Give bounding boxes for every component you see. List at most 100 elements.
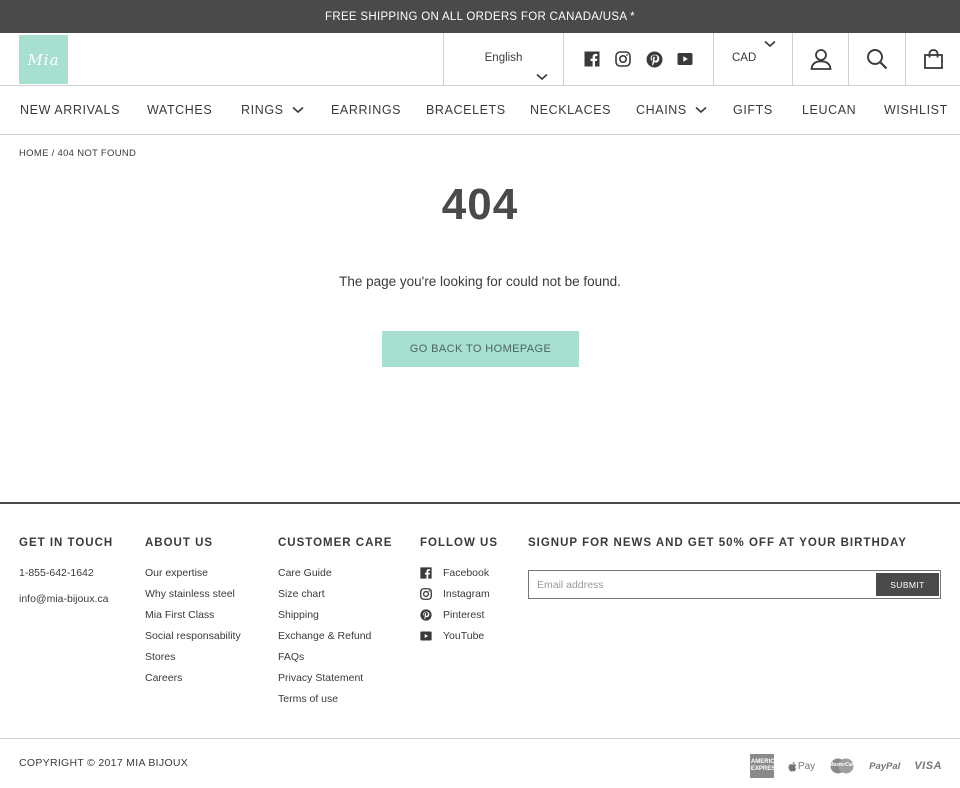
email-link[interactable]: info@mia-bijoux.ca xyxy=(19,593,113,619)
footer-link[interactable]: Privacy Statement xyxy=(278,672,392,693)
main-nav: NEW ARRIVALS WATCHES RINGS EARRINGS BRAC… xyxy=(0,86,960,135)
logo[interactable]: Mia xyxy=(19,35,68,84)
error-code: 404 xyxy=(441,180,519,229)
error-message: The page you're looking for could not be… xyxy=(339,274,621,289)
shopping-bag-icon xyxy=(923,49,943,69)
email-input[interactable] xyxy=(537,576,867,593)
language-selector[interactable]: English xyxy=(443,33,563,85)
footer-link-label: Facebook xyxy=(443,567,490,579)
footer-instagram-link[interactable]: Instagram xyxy=(420,588,498,609)
nav-item-wishlist[interactable]: WISHLIST xyxy=(884,103,948,117)
email-form: SUBMIT xyxy=(528,570,941,599)
nav-item-chains[interactable]: CHAINS xyxy=(636,103,707,117)
nav-label: NEW ARRIVALS xyxy=(20,103,121,117)
nav-item-new-arrivals[interactable]: NEW ARRIVALS xyxy=(20,103,120,117)
footer-link[interactable]: Mia First Class xyxy=(145,609,241,630)
go-home-label: GO BACK TO HOMEPAGE xyxy=(409,343,552,355)
footer-follow: FOLLOW US Facebook Instagram Pinterest Y… xyxy=(420,537,498,651)
mastercard-label: MasterCard xyxy=(829,762,857,768)
visa-label: VISA xyxy=(914,760,942,772)
nav-label: RINGS xyxy=(241,103,284,117)
nav-item-earrings[interactable]: EARRINGS xyxy=(331,103,401,117)
site-footer: GET IN TOUCH 1-855-642-1642 info@mia-bij… xyxy=(0,502,960,739)
apple-pay-label: Pay xyxy=(797,760,816,772)
footer-link[interactable]: Shipping xyxy=(278,609,392,630)
nav-item-gifts[interactable]: GIFTS xyxy=(733,103,773,117)
pinterest-icon[interactable] xyxy=(646,51,663,68)
announcement-bar: FREE SHIPPING ON ALL ORDERS FOR CANADA/U… xyxy=(0,0,960,33)
site-header: Mia English CAD xyxy=(0,33,960,86)
nav-item-rings[interactable]: RINGS xyxy=(241,103,304,117)
currency-selector[interactable]: CAD xyxy=(713,33,792,85)
search-button[interactable] xyxy=(848,33,905,85)
submit-button[interactable]: SUBMIT xyxy=(876,573,939,596)
apple-icon xyxy=(788,761,797,771)
nav-item-bracelets[interactable]: BRACELETS xyxy=(426,103,506,117)
social-links xyxy=(563,33,713,85)
footer-link[interactable]: Why stainless steel xyxy=(145,588,241,609)
user-icon xyxy=(810,49,831,70)
footer-link-label: Instagram xyxy=(443,588,490,600)
footer-link[interactable]: Exchange & Refund xyxy=(278,630,392,651)
apple-pay-icon: Pay xyxy=(788,754,815,778)
announcement-text: FREE SHIPPING ON ALL ORDERS FOR CANADA/U… xyxy=(325,10,635,23)
footer-link-label: YouTube xyxy=(443,630,485,642)
youtube-icon xyxy=(420,630,432,642)
nav-label: BRACELETS xyxy=(426,103,506,117)
nav-label: CHAINS xyxy=(636,103,687,117)
chevron-down-icon xyxy=(292,106,304,114)
paypal-label: PayPal xyxy=(869,760,901,772)
footer-heading: FOLLOW US xyxy=(420,537,498,549)
cart-button[interactable] xyxy=(905,33,960,85)
chevron-down-icon xyxy=(764,40,776,48)
currency-label: CAD xyxy=(732,52,757,64)
youtube-icon[interactable] xyxy=(677,51,694,68)
chevron-down-icon xyxy=(536,73,548,81)
footer-link[interactable]: FAQs xyxy=(278,651,392,672)
logo-text: Mia xyxy=(27,50,60,69)
nav-label: WISHLIST xyxy=(884,103,948,117)
footer-heading: SIGNUP FOR NEWS AND GET 50% OFF AT YOUR … xyxy=(528,537,907,549)
footer-link[interactable]: Stores xyxy=(145,651,241,672)
footer-heading: GET IN TOUCH xyxy=(19,537,114,549)
footer-link[interactable]: Size chart xyxy=(278,588,392,609)
footer-link[interactable]: Social responsability xyxy=(145,630,241,651)
nav-item-leucan[interactable]: LEUCAN xyxy=(802,103,856,117)
newsletter-signup: SIGNUP FOR NEWS AND GET 50% OFF AT YOUR … xyxy=(528,537,941,599)
footer-youtube-link[interactable]: YouTube xyxy=(420,630,498,651)
phone-link[interactable]: 1-855-642-1642 xyxy=(19,567,113,593)
nav-label: WATCHES xyxy=(147,103,213,117)
footer-facebook-link[interactable]: Facebook xyxy=(420,567,498,588)
chevron-down-icon xyxy=(695,106,707,114)
account-button[interactable] xyxy=(792,33,848,85)
pinterest-icon xyxy=(420,609,432,621)
footer-link[interactable]: Our expertise xyxy=(145,567,241,588)
amex-label: AMERICAN EXPRESS xyxy=(750,759,784,772)
nav-label: LEUCAN xyxy=(802,103,857,117)
nav-item-watches[interactable]: WATCHES xyxy=(147,103,212,117)
facebook-icon[interactable] xyxy=(584,51,601,68)
footer-pinterest-link[interactable]: Pinterest xyxy=(420,609,498,630)
nav-label: EARRINGS xyxy=(331,103,402,117)
nav-item-necklaces[interactable]: NECKLACES xyxy=(530,103,611,117)
footer-about: ABOUT US Our expertise Why stainless ste… xyxy=(145,537,241,693)
footer-link-label: Pinterest xyxy=(443,609,485,621)
visa-icon: VISA xyxy=(914,754,942,778)
nav-label: NECKLACES xyxy=(530,103,612,117)
facebook-icon xyxy=(420,567,432,579)
payment-methods: AMERICAN EXPRESS Pay MasterCard PayPal V… xyxy=(749,754,942,778)
footer-link[interactable]: Careers xyxy=(145,672,241,693)
footer-heading: ABOUT US xyxy=(145,537,214,549)
breadcrumb[interactable]: HOME / 404 NOT FOUND xyxy=(19,148,136,159)
footer-heading: CUSTOMER CARE xyxy=(278,537,393,549)
nav-label: GIFTS xyxy=(733,103,773,117)
footer-contact: GET IN TOUCH 1-855-642-1642 info@mia-bij… xyxy=(19,537,113,619)
footer-link[interactable]: Terms of use xyxy=(278,693,392,714)
footer-link[interactable]: Care Guide xyxy=(278,567,392,588)
amex-icon: AMERICAN EXPRESS xyxy=(749,754,784,778)
copyright: COPYRIGHT © 2017 MIA BIJOUX xyxy=(19,757,189,769)
language-label: English xyxy=(484,52,523,64)
mastercard-icon: MasterCard xyxy=(829,754,857,778)
instagram-icon[interactable] xyxy=(615,51,632,68)
go-home-button[interactable]: GO BACK TO HOMEPAGE xyxy=(382,331,579,367)
